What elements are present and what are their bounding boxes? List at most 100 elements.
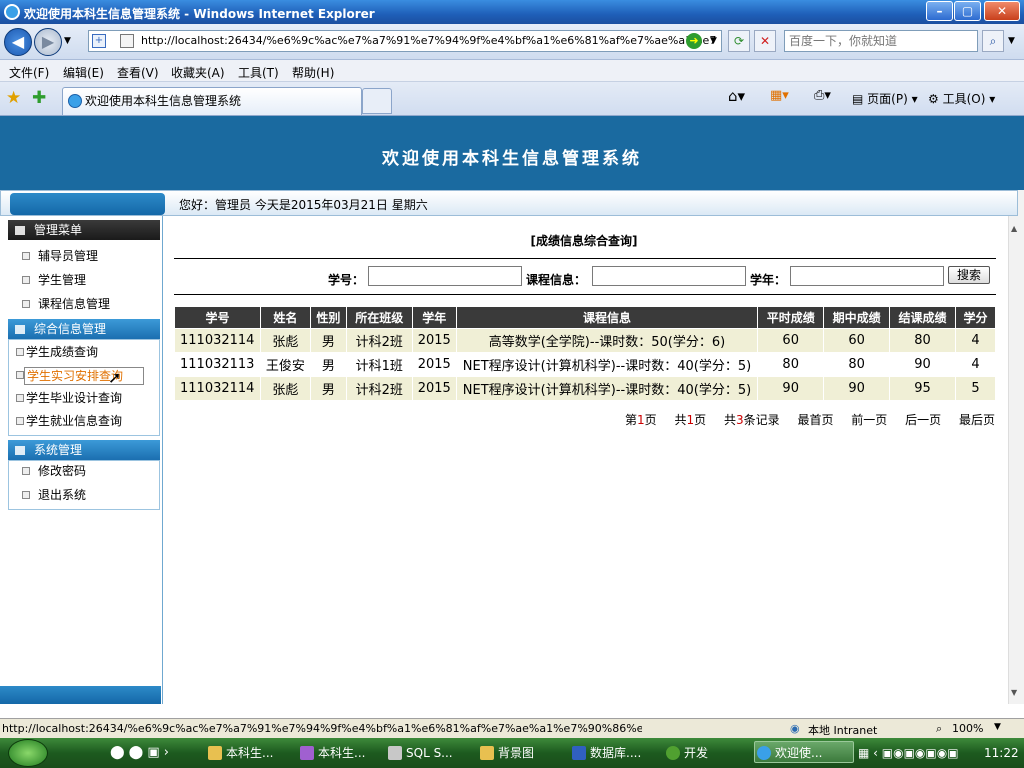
column-header: 性别: [309, 306, 347, 329]
course-info-input[interactable]: [592, 266, 746, 286]
grid-icon: [15, 226, 25, 235]
first-page-link[interactable]: 最首页: [797, 413, 833, 427]
taskbar-item-label: 数据库....: [590, 746, 642, 760]
sidebar-group-integrated-header[interactable]: 综合信息管理: [8, 319, 160, 339]
address-input[interactable]: http://localhost:26434/%e6%9c%ac%e7%a7%9…: [88, 30, 722, 52]
sidebar-bottom-bar: [0, 686, 161, 704]
zoom-level[interactable]: 100%: [952, 722, 983, 735]
page-menu-button[interactable]: ▤ 页面(P) ▾: [852, 90, 918, 107]
menu-tools[interactable]: 工具(T): [238, 64, 279, 81]
taskbar-item-dev[interactable]: 开发: [664, 742, 708, 764]
table-cell: 111032113: [174, 352, 261, 377]
menu-favorites[interactable]: 收藏夹(A): [171, 64, 225, 81]
bullet-icon: [22, 300, 30, 308]
table-cell: 2015: [412, 352, 457, 377]
table-cell: 男: [310, 328, 347, 353]
student-id-input[interactable]: [368, 266, 522, 286]
compat-view-icon[interactable]: ➜: [686, 33, 702, 49]
taskbar-item-word[interactable]: 数据库....: [570, 742, 641, 764]
table-cell: 90: [757, 376, 825, 401]
print-icon[interactable]: ⎙▾: [814, 88, 831, 103]
refresh-icon[interactable]: ⟳: [728, 30, 750, 52]
column-header: 课程信息: [455, 306, 759, 329]
sidebar-item-label: 学生就业信息查询: [26, 414, 123, 428]
forward-button[interactable]: ▶: [34, 28, 62, 56]
start-button[interactable]: [8, 739, 48, 767]
search-icon[interactable]: ⌕: [982, 30, 1004, 52]
pager-text: 页: [644, 413, 657, 427]
address-dropdown-icon[interactable]: ▼: [710, 36, 717, 46]
prev-page-link[interactable]: 前一页: [851, 413, 887, 427]
favorites-star-icon[interactable]: ★: [6, 88, 21, 108]
pager-text: 条记录: [743, 413, 780, 427]
sidebar-item-label: 辅导员管理: [38, 249, 99, 263]
page-title: [成绩信息综合查询]: [530, 234, 638, 248]
grades-table: 学号 姓名 性别 所在班级 学年 课程信息 平时成绩 期中成绩 结课成绩 学分 111032114…: [174, 306, 997, 401]
add-favorite-icon[interactable]: +: [92, 34, 106, 48]
sidebar-item-label: 学生成绩查询: [26, 345, 99, 359]
tab-current[interactable]: 欢迎使用本科生信息管理系统: [62, 87, 362, 115]
menu-edit[interactable]: 编辑(E): [63, 64, 104, 81]
minimize-button[interactable]: –: [926, 1, 953, 21]
taskbar-item-folder1[interactable]: 本科生...: [206, 742, 273, 764]
window-title: 欢迎使用本科生信息管理系统 - Windows Internet Explore…: [24, 7, 375, 21]
last-page-link[interactable]: 最后页: [959, 413, 995, 427]
table-cell: 90: [823, 376, 891, 401]
zoom-dropdown-icon[interactable]: ▼: [994, 722, 1001, 732]
feeds-icon[interactable]: ▦▾: [770, 88, 789, 103]
ie-icon: [757, 746, 771, 760]
school-year-input[interactable]: [790, 266, 944, 286]
taskbar-item-sql[interactable]: SQL S...: [386, 742, 453, 764]
search-input[interactable]: 百度一下，你就知道: [784, 30, 978, 52]
stop-icon[interactable]: ✕: [754, 30, 776, 52]
status-bar: http://localhost:26434/%e6%9c%ac%e7%a7%9…: [0, 718, 1024, 738]
sidebar-group-title: 综合信息管理: [34, 322, 107, 336]
add-favorites-icon[interactable]: ✚: [32, 88, 46, 108]
search-button[interactable]: 搜索: [948, 266, 990, 284]
bullet-icon: [22, 276, 30, 284]
column-header: 姓名: [259, 306, 311, 329]
column-header: 期中成绩: [823, 306, 891, 329]
word-icon: [572, 746, 586, 760]
table-cell: 高等数学(全学院)--课时数：50(学分：6): [456, 328, 759, 353]
table-cell: 计科2班: [346, 328, 413, 353]
home-icon[interactable]: ⌂▾: [728, 87, 745, 105]
scroll-down-icon[interactable]: ▼: [1011, 688, 1017, 697]
tray-icons[interactable]: ▦ ‹ ▣◉▣◉▣◉▣: [858, 746, 959, 760]
menu-help[interactable]: 帮助(H): [292, 64, 334, 81]
search-dropdown-icon[interactable]: ▼: [1008, 36, 1015, 46]
taskbar-item-folder2[interactable]: 背景图: [478, 742, 534, 764]
history-dropdown-icon[interactable]: ▼: [64, 36, 71, 46]
pager-text: 页: [694, 413, 707, 427]
taskbar-item-ie[interactable]: 欢迎使...: [754, 741, 854, 763]
status-url: http://localhost:26434/%e6%9c%ac%e7%a7%9…: [2, 722, 642, 735]
taskbar-item-label: SQL S...: [406, 746, 453, 760]
mouse-cursor-icon: ➚: [108, 368, 122, 387]
table-cell: 4: [955, 352, 997, 377]
back-button[interactable]: ◀: [4, 28, 32, 56]
tools-menu-button[interactable]: ⚙ 工具(O) ▾: [928, 90, 995, 107]
taskbar-item-vs[interactable]: 本科生...: [298, 742, 365, 764]
close-button[interactable]: ✕: [984, 1, 1020, 21]
sidebar-item-label: 学生毕业设计查询: [26, 391, 123, 405]
window-titlebar: 欢迎使用本科生信息管理系统 - Windows Internet Explore…: [0, 0, 1024, 24]
maximize-button[interactable]: ▢: [954, 1, 981, 21]
site-banner: 欢迎使用本科生信息管理系统: [0, 116, 1024, 190]
taskbar-item-label: 本科生...: [226, 746, 274, 760]
new-tab-button[interactable]: [362, 88, 392, 114]
menu-view[interactable]: 查看(V): [117, 64, 159, 81]
clock: 11:22: [984, 746, 1019, 760]
sidebar-group-system-header[interactable]: 系统管理: [8, 440, 160, 460]
table-cell: 95: [889, 376, 956, 401]
pagination: 第1页 共1页 共3条记录 最首页 前一页 后一页 最后页: [164, 411, 995, 428]
table-row: 111032114 张彪男计科2班 2015 NET程序设计(计算机科学)--课时数：…: [174, 376, 997, 401]
taskbar-item-label: 开发: [684, 746, 709, 760]
quicklaunch-icon[interactable]: ⬤ ⬤ ▣ ›: [110, 745, 169, 760]
next-page-link[interactable]: 后一页: [905, 413, 941, 427]
bullet-icon: [22, 467, 30, 475]
page-menu-label: 页面(P): [867, 92, 908, 106]
menu-file[interactable]: 文件(F): [9, 64, 49, 81]
pager-text: 共: [674, 413, 687, 427]
status-zone: 本地 Intranet: [808, 724, 878, 737]
scroll-up-icon[interactable]: ▲: [1011, 224, 1017, 233]
